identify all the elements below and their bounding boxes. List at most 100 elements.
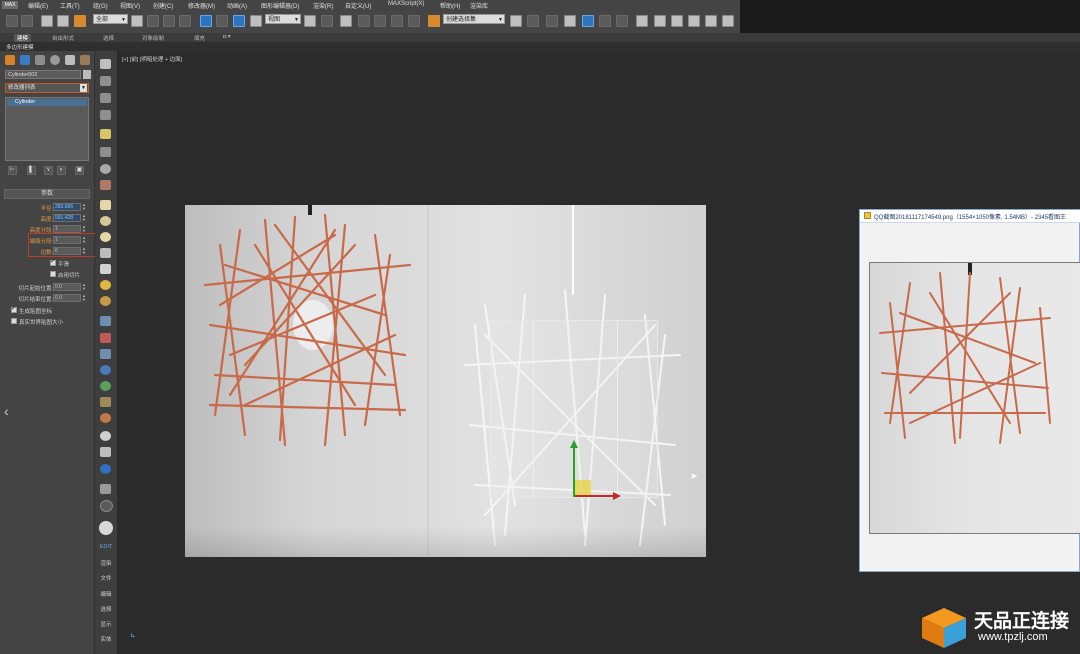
- render-iterative-icon[interactable]: [705, 15, 717, 27]
- tab-selection[interactable]: 选择: [103, 34, 114, 42]
- select-rotate-icon[interactable]: [216, 15, 228, 27]
- menu-views[interactable]: 视图(V): [120, 1, 140, 10]
- hierarchy-tab-icon[interactable]: [35, 55, 45, 65]
- pin-stack-icon[interactable]: ⊢: [8, 166, 17, 175]
- strip-tool-7-icon[interactable]: [100, 164, 111, 174]
- curve-editor-icon[interactable]: [599, 15, 611, 27]
- menu-group[interactable]: 组(G): [93, 1, 108, 10]
- gizmo-y-arrow-icon[interactable]: [570, 440, 578, 448]
- menu-graph-editors[interactable]: 图形编辑器(D): [261, 1, 299, 10]
- bind-spacewarp-icon[interactable]: [74, 15, 86, 27]
- strip-tool-25-icon[interactable]: [100, 464, 111, 474]
- slice-from-spinner[interactable]: ▲ ▼: [82, 283, 86, 291]
- collapse-panel-icon[interactable]: ‹: [4, 403, 9, 419]
- snap-toggle-icon[interactable]: [358, 15, 370, 27]
- strip-tool-26-icon[interactable]: [100, 484, 111, 494]
- strip-tool-5-icon[interactable]: [100, 129, 111, 139]
- tab-freeform[interactable]: 自由形式: [52, 34, 74, 42]
- strip-tool-17-icon[interactable]: [100, 333, 111, 343]
- strip-tool-2-icon[interactable]: [100, 76, 111, 86]
- align-icon[interactable]: [527, 15, 539, 27]
- modifier-list-dropdown[interactable]: 修改器列表 ▼: [5, 83, 89, 93]
- slice-to-input[interactable]: 0.0: [53, 294, 81, 302]
- render-production-icon[interactable]: [688, 15, 700, 27]
- create-tab-icon[interactable]: [5, 55, 15, 65]
- strip-tool-14-icon[interactable]: [100, 280, 111, 290]
- menu-rendering[interactable]: 渲染(R): [313, 1, 333, 10]
- render-setup-icon[interactable]: [654, 15, 666, 27]
- spinner-snap-icon[interactable]: [408, 15, 420, 27]
- select-by-name-icon[interactable]: [147, 15, 159, 27]
- height-segments-spinner[interactable]: ▲ ▼: [82, 225, 86, 233]
- select-place-icon[interactable]: [250, 15, 262, 27]
- pivot-center-icon[interactable]: [304, 15, 316, 27]
- menu-render-library[interactable]: 渲染库: [470, 1, 488, 10]
- strip-tool-22-icon[interactable]: [100, 413, 111, 423]
- strip-tool-23-icon[interactable]: [100, 431, 111, 441]
- material-editor-icon[interactable]: [636, 15, 648, 27]
- show-end-result-icon[interactable]: ▌: [27, 166, 36, 175]
- viewport-label[interactable]: [+] [前] [明暗处理 + 边面]: [122, 55, 182, 63]
- strip-tool-21-icon[interactable]: [100, 397, 111, 407]
- edit-named-selection-icon[interactable]: [428, 15, 440, 27]
- help-icon[interactable]: [100, 500, 113, 512]
- select-object-icon[interactable]: [131, 15, 143, 27]
- menu-create[interactable]: 创建(C): [153, 1, 173, 10]
- stack-item-cylinder[interactable]: Cylinder: [7, 99, 87, 106]
- radius-spinner[interactable]: ▲ ▼: [82, 203, 86, 211]
- image-viewer-window[interactable]: QQ截图20181117174549.png（1554×1050像素, 1.54…: [859, 209, 1080, 572]
- tab-modeling[interactable]: 建模: [14, 34, 32, 42]
- percent-snap-icon[interactable]: [391, 15, 403, 27]
- strip-tool-20-icon[interactable]: [100, 381, 111, 391]
- strip-tool-3-icon[interactable]: [100, 93, 111, 103]
- scene-explorer-icon[interactable]: [564, 15, 576, 27]
- menu-help[interactable]: 帮助(H): [440, 1, 460, 10]
- strip-tool-12-icon[interactable]: [100, 248, 111, 258]
- strip-label-edit[interactable]: EDIT: [95, 544, 117, 550]
- select-scale-icon[interactable]: [233, 15, 245, 27]
- rendered-frame-icon[interactable]: [671, 15, 683, 27]
- layer-manager-icon[interactable]: [546, 15, 558, 27]
- strip-label-display[interactable]: 显示: [95, 620, 117, 628]
- select-move-icon[interactable]: [200, 15, 212, 27]
- menu-maxscript[interactable]: MAXScript(X): [388, 1, 424, 7]
- slice-on-checkbox[interactable]: [50, 271, 56, 277]
- menu-modifiers[interactable]: 修改器(M): [188, 1, 215, 10]
- manipulate-icon[interactable]: [321, 15, 333, 27]
- rectangular-selection-icon[interactable]: [163, 15, 175, 27]
- slice-to-spinner[interactable]: ▲ ▼: [82, 294, 86, 302]
- schematic-view-icon[interactable]: [616, 15, 628, 27]
- slice-from-input[interactable]: 0.0: [53, 283, 81, 291]
- polygon-modeling-label[interactable]: 多边形建模: [6, 43, 34, 51]
- ribbon-options-icon[interactable]: ◘ ▾: [223, 34, 231, 40]
- redo-icon[interactable]: [21, 15, 33, 27]
- strip-label-file[interactable]: 文件: [95, 574, 117, 582]
- app-logo[interactable]: MAX: [2, 1, 18, 9]
- strip-label-solid[interactable]: 实体: [95, 635, 117, 643]
- viewer-titlebar[interactable]: QQ截图20181117174549.png（1554×1050像素, 1.54…: [860, 210, 1080, 223]
- radius-input[interactable]: 283.666: [53, 203, 81, 211]
- height-spinner[interactable]: ▲ ▼: [82, 214, 86, 222]
- render-activeshade-icon[interactable]: [722, 15, 734, 27]
- strip-tool-1-icon[interactable]: [100, 59, 111, 69]
- strip-tool-18-icon[interactable]: [100, 349, 111, 359]
- link-icon[interactable]: [41, 15, 53, 27]
- height-segments-input[interactable]: 1: [53, 225, 81, 233]
- selection-filter-dropdown[interactable]: 全部 ▼: [93, 14, 128, 24]
- strip-label-render[interactable]: 渲染: [95, 559, 117, 567]
- remove-modifier-icon[interactable]: ◐: [57, 166, 66, 175]
- strip-tool-8-icon[interactable]: [100, 180, 111, 190]
- strip-tool-4-icon[interactable]: [100, 110, 111, 120]
- strip-tool-13-icon[interactable]: [100, 264, 111, 274]
- menu-customize[interactable]: 自定义(U): [345, 1, 371, 10]
- utilities-tab-icon[interactable]: [80, 55, 90, 65]
- keyboard-shortcut-icon[interactable]: [340, 15, 352, 27]
- display-tab-icon[interactable]: [65, 55, 75, 65]
- tab-object-paint[interactable]: 对象绘制: [142, 34, 164, 42]
- strip-tool-15-icon[interactable]: [100, 296, 111, 306]
- strip-label-select[interactable]: 选择: [95, 605, 117, 613]
- strip-tool-9-icon[interactable]: [100, 200, 111, 210]
- strip-tool-11-icon[interactable]: [100, 232, 111, 242]
- gen-mapping-checkbox[interactable]: [11, 305, 17, 313]
- gizmo-x-arrow-icon[interactable]: [613, 492, 621, 500]
